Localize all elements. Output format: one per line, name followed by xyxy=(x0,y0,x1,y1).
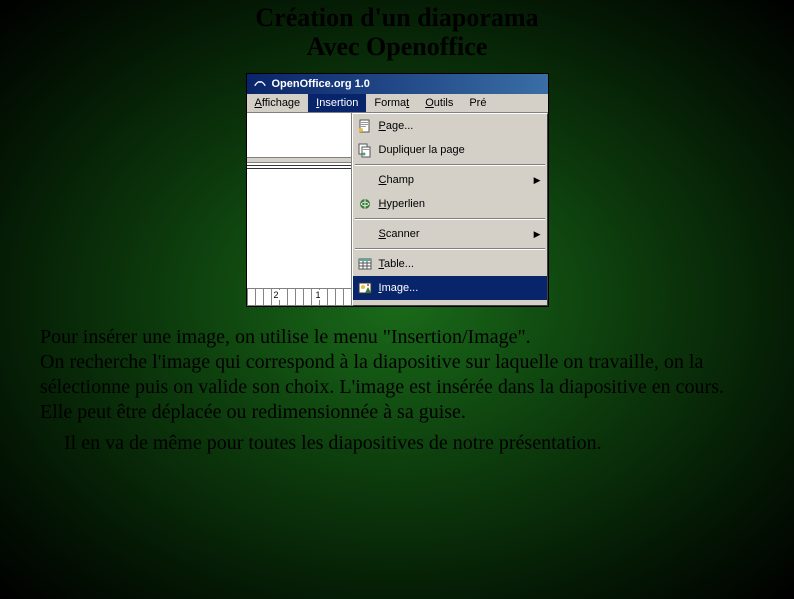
openoffice-icon xyxy=(253,77,267,91)
menu-outils[interactable]: Outils xyxy=(417,94,461,112)
menu-label: Page... xyxy=(379,120,541,132)
window-title: OpenOffice.org 1.0 xyxy=(272,78,370,90)
menu-item-dupliquer[interactable]: Dupliquer la page xyxy=(353,138,547,162)
blank-icon xyxy=(357,226,373,242)
ruler-number: 1 xyxy=(315,290,322,300)
menubar: Affichage Insertion Format Outils Pré xyxy=(247,94,548,113)
paragraph: On recherche l'image qui correspond à la… xyxy=(40,350,754,425)
menu-item-table[interactable]: Table... xyxy=(353,252,547,276)
openoffice-screenshot: OpenOffice.org 1.0 Affichage Insertion F… xyxy=(246,73,549,307)
menu-label: Image... xyxy=(379,282,541,294)
menu-separator xyxy=(355,218,545,220)
panel-line xyxy=(247,168,351,169)
left-panel: 2 1 xyxy=(247,113,352,306)
window-titlebar: OpenOffice.org 1.0 xyxy=(247,74,548,94)
ruler-number: 2 xyxy=(273,290,280,300)
panel-line xyxy=(247,165,351,166)
paragraph: Il en va de même pour toutes les diaposi… xyxy=(64,431,754,456)
menu-separator xyxy=(355,164,545,166)
insertion-dropdown: Page... Dupliquer la page Champ ▶ Hyperl… xyxy=(352,113,548,306)
menu-format[interactable]: Format xyxy=(366,94,417,112)
body-text: Pour insérer une image, on utilise le me… xyxy=(40,325,754,456)
image-icon xyxy=(357,280,373,296)
menu-item-hyperlien[interactable]: Hyperlien xyxy=(353,192,547,216)
menu-item-page[interactable]: Page... xyxy=(353,114,547,138)
menu-insertion[interactable]: Insertion xyxy=(308,94,366,112)
screenshot-body: 2 1 Page... Dupliquer la page Champ xyxy=(247,113,548,306)
page-icon xyxy=(357,118,373,134)
menu-item-champ[interactable]: Champ ▶ xyxy=(353,168,547,192)
paragraph: Pour insérer une image, on utilise le me… xyxy=(40,325,754,350)
menu-item-scanner[interactable]: Scanner ▶ xyxy=(353,222,547,246)
menu-label: Table... xyxy=(379,258,541,270)
table-icon xyxy=(357,256,373,272)
title-line2: Avec Openoffice xyxy=(0,33,794,62)
menu-affichage[interactable]: Affichage xyxy=(247,94,309,112)
page-title: Création d'un diaporama Avec Openoffice xyxy=(0,4,794,61)
blank-icon xyxy=(357,172,373,188)
panel-divider xyxy=(247,157,351,163)
duplicate-icon xyxy=(357,142,373,158)
menu-label: Scanner xyxy=(379,228,528,240)
menu-item-image[interactable]: Image... xyxy=(353,276,547,300)
submenu-arrow-icon: ▶ xyxy=(534,175,541,186)
menu-label: Dupliquer la page xyxy=(379,144,541,156)
ruler: 2 1 xyxy=(247,288,351,306)
menu-label: Hyperlien xyxy=(379,198,541,210)
hyperlink-icon xyxy=(357,196,373,212)
title-line1: Création d'un diaporama xyxy=(0,4,794,33)
menu-pre[interactable]: Pré xyxy=(461,94,494,112)
menu-separator xyxy=(355,248,545,250)
menu-label: Champ xyxy=(379,174,528,186)
submenu-arrow-icon: ▶ xyxy=(534,229,541,240)
ruler-marks xyxy=(247,289,351,305)
